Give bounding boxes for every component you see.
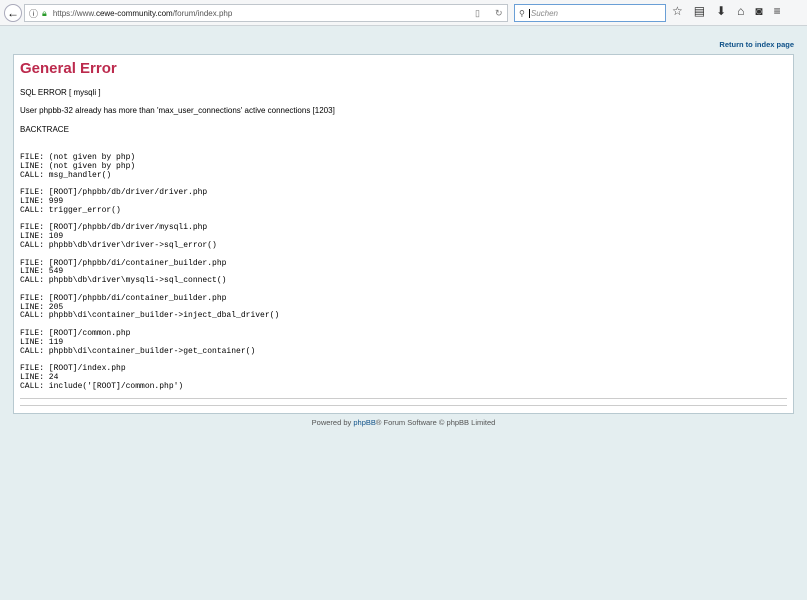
divider bbox=[20, 398, 787, 399]
trace-call: CALL: msg_handler() bbox=[20, 170, 112, 180]
info-icon[interactable]: ⓘ bbox=[29, 7, 38, 20]
search-icon: ⚲ bbox=[519, 8, 525, 18]
backtrace: FILE: (not given by php) LINE: (not given… bbox=[20, 153, 280, 400]
backtrace-label: BACKTRACE bbox=[20, 125, 69, 134]
page-title: General Error bbox=[20, 60, 117, 77]
reader-view-icon[interactable]: ▯ bbox=[475, 8, 480, 19]
back-button[interactable]: ← bbox=[4, 3, 22, 22]
footer-powered-by: Powered by bbox=[311, 418, 354, 427]
back-arrow-icon: ← bbox=[7, 5, 19, 20]
error-message: User phpbb-32 already has more than 'max… bbox=[20, 106, 335, 115]
url-prefix: https://www. bbox=[52, 8, 96, 18]
trace-entry: FILE: [ROOT]/common.php LINE: 119 CALL: ph… bbox=[20, 329, 279, 356]
trace-call: CALL: phpbb\di\container_builder->get_co… bbox=[20, 346, 256, 356]
search-placeholder: Suchen bbox=[528, 8, 558, 18]
trace-entry: FILE: [ROOT]/phpbb/db/driver/mysqli.php L… bbox=[20, 224, 279, 250]
browser-toolbar: ← ⓘ 🔒︎ https://www.cewe-community.com/fo… bbox=[0, 0, 807, 26]
return-to-index-link[interactable]: Return to index page bbox=[719, 40, 794, 49]
trace-call: CALL: phpbb\di\container_builder->inject… bbox=[20, 311, 280, 321]
download-icon[interactable]: ⬇ bbox=[716, 4, 726, 18]
url-path: /forum/index.php bbox=[172, 8, 233, 18]
trace-entry: FILE: [ROOT]/phpbb/db/driver/driver.php L… bbox=[20, 188, 279, 215]
bookmark-star-icon[interactable]: ☆ bbox=[672, 4, 683, 18]
error-panel: General Error SQL ERROR [ mysqli ] User … bbox=[13, 54, 794, 414]
menu-icon[interactable]: ≡ bbox=[774, 4, 781, 18]
sql-error-label: SQL ERROR [ mysqli ] bbox=[20, 88, 101, 97]
home-icon[interactable]: ⌂ bbox=[737, 4, 744, 18]
url-host: cewe-community.com bbox=[95, 8, 173, 18]
phpbb-link[interactable]: phpBB bbox=[353, 418, 376, 427]
trace-call: CALL: trigger_error() bbox=[20, 205, 121, 215]
trace-entry: FILE: [ROOT]/phpbb/di/container_builder.… bbox=[20, 294, 280, 321]
trace-call: CALL: phpbb\db\driver\driver->sql_error(… bbox=[20, 240, 217, 250]
footer-copyright: ® Forum Software © phpBB Limited bbox=[375, 418, 496, 427]
trace-entry: FILE: (not given by php) LINE: (not given… bbox=[20, 153, 279, 180]
trace-entry: FILE: [ROOT]/index.php LINE: 24 CALL: incl… bbox=[20, 364, 279, 391]
bookmarks-list-icon[interactable]: ▤ bbox=[694, 4, 705, 18]
address-bar[interactable]: ⓘ 🔒︎ https://www.cewe-community.com/foru… bbox=[24, 4, 508, 22]
search-input[interactable]: ⚲ Suchen bbox=[514, 4, 666, 22]
footer: Powered by phpBB® Forum Software © phpBB… bbox=[0, 418, 807, 427]
trace-file: FILE: [ROOT]/index.php bbox=[20, 364, 126, 374]
trace-call: CALL: include('[ROOT]/common.php') bbox=[20, 381, 184, 391]
divider bbox=[20, 405, 787, 406]
trace-entry: FILE: [ROOT]/phpbb/di/container_builder.… bbox=[20, 259, 279, 286]
lock-icon: 🔒︎ bbox=[42, 7, 47, 18]
trace-call: CALL: phpbb\db\driver\mysqli->sql_connec… bbox=[20, 276, 227, 286]
pocket-icon[interactable]: ◙ bbox=[755, 4, 762, 18]
reload-icon[interactable]: ↻ bbox=[495, 8, 503, 19]
